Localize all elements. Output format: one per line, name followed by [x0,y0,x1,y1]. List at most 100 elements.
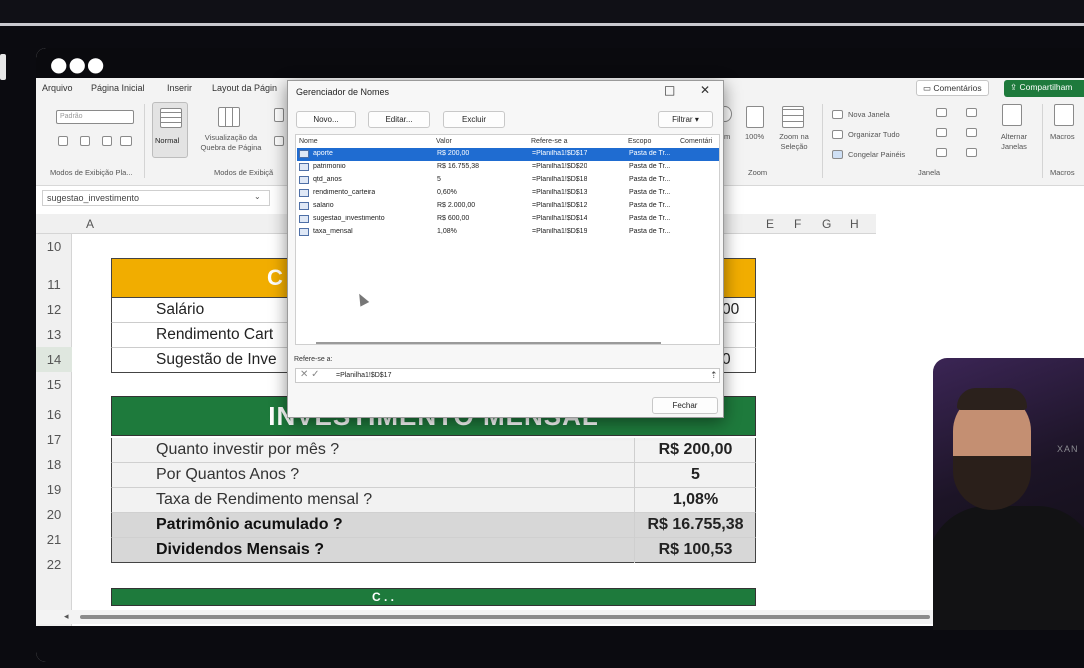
row-header[interactable]: 21 [36,527,72,552]
table-row[interactable]: Taxa de Rendimento mensal ? 1,08% [111,488,756,513]
column-header-f[interactable]: F [794,217,801,231]
chevron-down-icon[interactable]: ⌄ [254,192,261,201]
arrange-all-icon[interactable] [832,130,843,139]
row-label: Por Quantos Anos ? [156,466,300,483]
zoom-selection-icon[interactable] [782,106,804,128]
comment-icon: ▭ [923,83,934,93]
collapse-range-icon[interactable]: ⇡ [710,370,718,381]
new-window-label[interactable]: Nova Janela [848,110,890,119]
third-table-title: C . . [372,590,395,604]
names-list-scrollbar[interactable] [316,342,661,344]
list-item[interactable]: aporte R$ 200,00 =Planilha1!$D$17 Pasta … [297,148,719,161]
row-header[interactable]: 10 [36,234,72,259]
zoom-selection-label: Zoom na Seleção [779,132,809,151]
list-item[interactable]: qtd_anos 5 =Planilha1!$D$18 Pasta de Tr.… [297,174,719,187]
table-row[interactable]: Por Quantos Anos ? 5 [111,463,756,488]
reset-position-icon[interactable] [966,148,977,157]
named-range-icon [299,189,309,197]
share-button[interactable]: ⇪ Compartilham [1004,80,1084,97]
sheet-view-icon[interactable] [58,136,68,146]
side-by-side-icon[interactable] [966,108,977,117]
table-row[interactable]: Dividendos Mensais ? R$ 100,53 [111,538,756,563]
refers-cell: =Planilha1!$D$18 [532,176,588,183]
keep-view-icon[interactable] [80,136,90,146]
scrollbar-thumb[interactable] [80,615,930,619]
row-header[interactable]: 22 [36,552,72,577]
freeze-panes-icon[interactable] [832,150,843,159]
new-window-icon[interactable] [832,110,843,119]
list-item[interactable]: sugestao_investimento R$ 600,00 =Planilh… [297,213,719,226]
column-header-a[interactable]: A [86,217,94,231]
row-header[interactable]: 15 [36,372,72,397]
horizontal-scrollbar[interactable]: ◂ [36,610,936,624]
macros-label[interactable]: Macros [1050,132,1075,141]
group-window-label: Janela [918,168,941,177]
close-icon[interactable]: ✕ [700,83,710,97]
row-header[interactable]: 13 [36,322,72,347]
column-header-scope[interactable]: Escopo [628,138,651,145]
list-item[interactable]: patrimonio R$ 16.755,38 =Planilha1!$D$20… [297,161,719,174]
new-name-button[interactable]: Novo... [296,111,356,128]
tab-arquivo[interactable]: Arquivo [42,83,73,93]
column-header-comment[interactable]: Comentári [680,138,712,145]
named-range-icon [299,228,309,236]
tab-layout[interactable]: Layout da Págin [212,83,277,93]
scope-cell: Pasta de Tr... [629,215,671,222]
row-header[interactable]: 17 [36,427,72,452]
name-box[interactable]: sugestao_investimento [42,190,270,206]
value-cell: R$ 200,00 [437,150,470,157]
window-dots-icon[interactable]: ●●● [50,52,105,76]
table-row[interactable]: Patrimônio acumulado ? R$ 16.755,38 [111,513,756,538]
zoom-100-icon[interactable] [746,106,764,128]
page-break-view-button[interactable]: Visualização da Quebra de Página [192,102,266,158]
page-layout-icon[interactable] [274,108,284,122]
edit-name-button[interactable]: Editar... [368,111,430,128]
row-header[interactable]: 12 [36,297,72,322]
row-header[interactable]: 14 [36,347,72,372]
refers-cell: =Planilha1!$D$19 [532,228,588,235]
normal-view-button[interactable]: Normal [152,102,188,158]
scope-cell: Pasta de Tr... [629,228,671,235]
list-item[interactable]: taxa_mensal 1,08% =Planilha1!$D$19 Pasta… [297,226,719,239]
presenter-body [933,506,1084,630]
column-header-refers[interactable]: Refere-se a [531,138,568,145]
maximize-icon[interactable]: □ [664,83,675,97]
row-header[interactable]: 18 [36,452,72,477]
options-view-icon[interactable] [120,136,132,146]
list-item[interactable]: salario R$ 2.000,00 =Planilha1!$D$12 Pas… [297,200,719,213]
split-icon[interactable] [936,108,947,117]
exit-view-icon[interactable] [102,136,112,146]
switch-windows-label[interactable]: Alternar Janelas [994,132,1034,152]
column-header-name[interactable]: Nome [299,138,318,145]
tab-inserir[interactable]: Inserir [167,83,192,93]
column-header-h[interactable]: H [850,217,859,231]
row-header[interactable]: 11 [36,272,72,297]
tab-pagina-inicial[interactable]: Página Inicial [91,83,145,93]
unhide-icon[interactable] [936,148,947,157]
cancel-edit-icon[interactable]: ✕ ✓ [300,369,320,380]
refers-to-field[interactable]: ✕ ✓ =Planilha1!$D$17 ⇡ [295,368,720,383]
scroll-left-icon[interactable]: ◂ [64,611,69,622]
table-row[interactable]: Quanto investir por mês ? R$ 200,00 [111,438,756,463]
font-dropdown[interactable]: Padrão [56,110,134,124]
column-header-e[interactable]: E [766,217,774,231]
switch-windows-icon[interactable] [1002,104,1022,126]
sync-scroll-icon[interactable] [966,128,977,137]
list-item[interactable]: rendimento_carteira 0,60% =Planilha1!$D$… [297,187,719,200]
row-value: 00 [722,301,740,318]
row-header[interactable]: 19 [36,477,72,502]
custom-views-icon[interactable] [274,136,284,146]
comments-button[interactable]: ▭ Comentários [916,80,989,96]
freeze-panes-label[interactable]: Congelar Painéis [848,150,905,159]
hide-icon[interactable] [936,128,947,137]
column-header-value[interactable]: Valor [436,138,452,145]
column-header-g[interactable]: G [822,217,831,231]
scope-cell: Pasta de Tr... [629,163,671,170]
filter-button[interactable]: Filtrar ▾ [658,111,713,128]
delete-name-button[interactable]: Excluir [443,111,505,128]
macros-icon[interactable] [1054,104,1074,126]
row-header[interactable]: 16 [36,402,72,427]
close-button[interactable]: Fechar [652,397,718,414]
arrange-all-label[interactable]: Organizar Tudo [848,130,900,139]
row-header[interactable]: 20 [36,502,72,527]
